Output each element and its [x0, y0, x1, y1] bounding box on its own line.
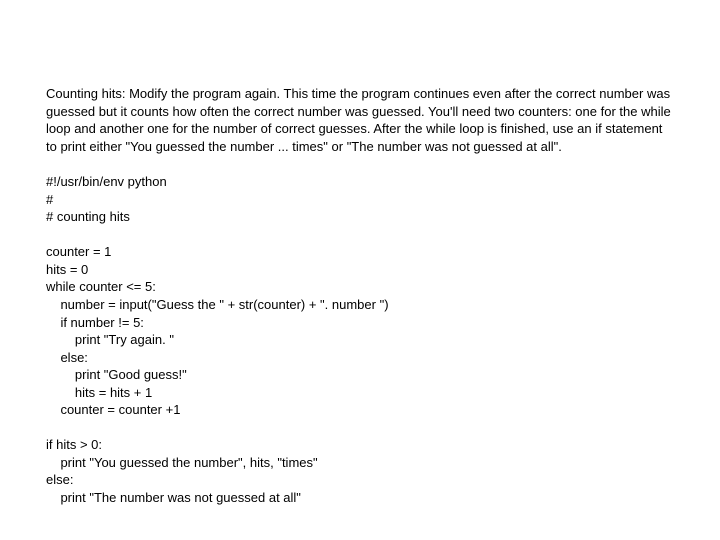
exercise-description: Counting hits: Modify the program again.…: [46, 85, 674, 155]
document-page: Counting hits: Modify the program again.…: [0, 0, 720, 507]
code-listing: #!/usr/bin/env python # # counting hits …: [46, 173, 674, 506]
